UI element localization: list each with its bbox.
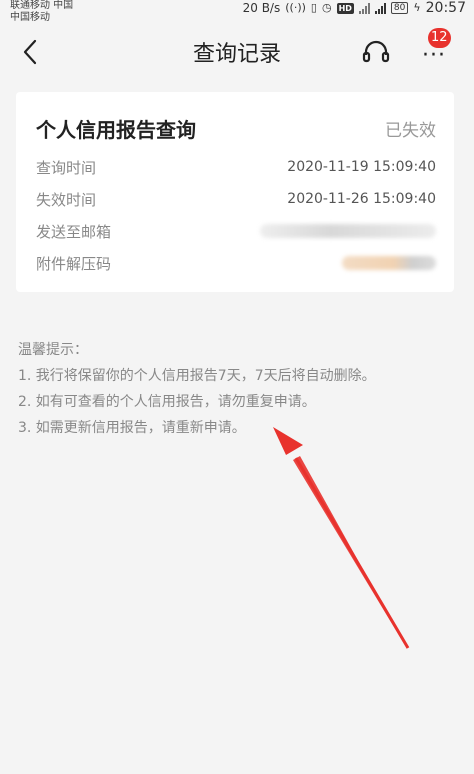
query-time-row: 查询时间 2020-11-19 15:09:40 — [36, 155, 436, 179]
status-icons: 20 B/s ((·)) ▯ ◷ HD 80 ϟ 20:57 — [243, 0, 466, 16]
unzip-code-row: 附件解压码 — [36, 251, 436, 275]
nav-header: 查询记录 ··· 12 — [0, 24, 474, 80]
network-speed: 20 B/s — [242, 1, 281, 15]
tips-heading: 温馨提示： — [18, 342, 88, 358]
tip-item: 2. 如有可查看的个人信用报告，请勿重复申请。 — [18, 394, 316, 410]
battery-icon: 80 — [390, 2, 409, 14]
battery-level: 80 — [393, 3, 406, 13]
expire-time-label: 失效时间 — [36, 190, 97, 209]
customer-service-button[interactable] — [360, 36, 392, 68]
status-bar: 联通移动 中国 中国移动 20 B/s ((·)) ▯ ◷ HD 80 ϟ 20… — [0, 0, 474, 24]
unzip-code-value-redacted — [342, 256, 436, 270]
hd-icon: HD — [336, 2, 354, 14]
page-title: 查询记录 — [192, 42, 281, 67]
expire-time-value: 2020-11-26 15:09:40 — [287, 191, 436, 207]
email-row: 发送至邮箱 — [36, 219, 436, 243]
query-time-value: 2020-11-19 15:09:40 — [287, 159, 436, 175]
query-record-card[interactable]: 个人信用报告查询 已失效 查询时间 2020-11-19 15:09:40 失效… — [16, 92, 454, 292]
record-title: 个人信用报告查询 — [36, 118, 196, 142]
carrier-label: 中国移动 — [10, 12, 50, 23]
headset-icon — [362, 40, 390, 63]
alarm-icon: ◷ — [321, 1, 332, 14]
signal-icon — [358, 2, 370, 14]
tips-section: 温馨提示： 1. 我行将保留你的个人信用报告7天，7天后将自动删除。 2. 如有… — [18, 337, 458, 441]
expire-time-row: 失效时间 2020-11-26 15:09:40 — [36, 187, 436, 211]
unzip-code-label: 附件解压码 — [36, 254, 112, 273]
notification-badge: 12 — [428, 28, 451, 48]
clock: 20:57 — [425, 0, 466, 16]
query-time-label: 查询时间 — [36, 158, 97, 177]
email-label: 发送至邮箱 — [36, 222, 112, 241]
status-badge: 已失效 — [385, 121, 436, 141]
signal-icon-2 — [374, 2, 386, 14]
hotspot-icon: ((·)) — [285, 1, 306, 14]
tip-item: 3. 如需更新信用报告，请重新申请。 — [18, 420, 246, 436]
email-value-redacted — [260, 224, 436, 238]
tip-item: 1. 我行将保留你的个人信用报告7天，7天后将自动删除。 — [18, 368, 376, 384]
vibrate-icon: ▯ — [310, 1, 317, 14]
charging-icon: ϟ — [413, 1, 421, 14]
more-icon: ··· — [422, 43, 446, 68]
